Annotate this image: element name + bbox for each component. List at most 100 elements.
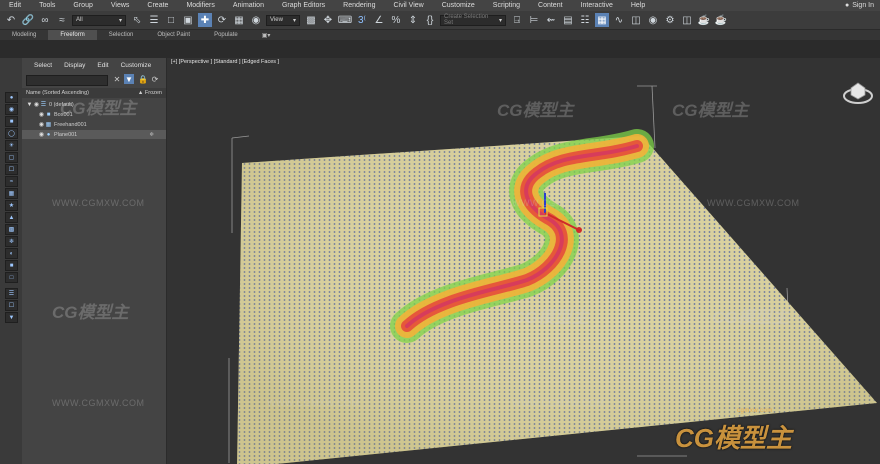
display-geometry-icon[interactable]: ■ [5,116,18,127]
watermark-logo: CG模型主 [60,99,137,118]
toggle-layer-explorer-icon[interactable]: ☷ [578,13,592,27]
bind-space-warp-icon[interactable]: ≈ [55,13,69,27]
render-setup-icon[interactable]: ⚙ [663,13,677,27]
quick-align-icon[interactable]: ⇜ [544,13,558,27]
sort-icon[interactable]: ☰ [5,288,18,299]
viewport-label[interactable]: [+] [Perspective ] [Standard ] [Edged Fa… [171,59,279,65]
close-icon[interactable]: ✕ [112,74,122,84]
unlink-icon[interactable]: ∞ [38,13,52,27]
explorer-menu-select[interactable]: Select [34,62,52,69]
display-helpers-icon[interactable]: ☐ [5,164,18,175]
material-editor-icon[interactable]: ◉ [646,13,660,27]
pivot-center-icon[interactable]: ▩ [304,13,318,27]
display-shapes-icon[interactable]: ◯ [5,128,18,139]
list-item[interactable]: ◉ ▦ Freehand001 [22,120,166,129]
menu-scripting[interactable]: Scripting [484,2,529,9]
filter-icon[interactable]: ▼ [5,312,18,323]
viewcube-icon[interactable] [842,76,874,108]
select-manipulate-icon[interactable]: ✥ [321,13,335,27]
ribbon-options-icon[interactable]: ▣▾ [250,30,283,40]
sign-in-button[interactable]: ● Sign In [845,0,874,11]
display-all-icon[interactable]: ◉ [5,104,18,115]
menu-content[interactable]: Content [529,2,572,9]
main-toolbar: ↶ 🔗 ∞ ≈ All ▾ ⬁ ☰ □ ▣ ✚ ⟳ ▦ ◉ View ▾ ▩ ✥… [0,11,880,30]
render-iterative-icon[interactable]: ☕ [714,13,728,27]
sync-icon[interactable]: ⟳ [150,74,160,84]
spinner-snap-icon[interactable]: ⇕ [406,13,420,27]
tab-modeling[interactable]: Modeling [0,30,48,40]
select-move-icon[interactable]: ✚ [198,13,212,27]
display-none-icon[interactable]: ● [5,92,18,103]
keyboard-shortcut-icon[interactable]: ⌨ [338,13,352,27]
menu-rendering[interactable]: Rendering [334,2,384,9]
select-scale-icon[interactable]: ▦ [232,13,246,27]
menu-interactive[interactable]: Interactive [572,2,622,9]
display-hidden-icon[interactable]: ◐ [5,248,18,259]
eye-icon[interactable]: ◉ [38,131,45,138]
display-bones-icon[interactable]: ▲ [5,212,18,223]
rectangle-selection-icon[interactable]: □ [164,13,178,27]
eye-icon[interactable]: ◉ [38,121,45,128]
menu-group[interactable]: Group [64,2,101,9]
align-icon[interactable]: ⊨ [527,13,541,27]
link-icon[interactable]: 🔗 [21,13,35,27]
list-item[interactable]: ◉ ● Plane001 ❄ [22,130,166,139]
column-frozen-header[interactable]: ▲ Frozen [138,90,162,96]
perspective-viewport[interactable]: [+] [Perspective ] [Standard ] [Edged Fa… [167,58,880,464]
menu-edit[interactable]: Edit [0,2,30,9]
frozen-toggle-icon[interactable]: ❄ [149,132,154,138]
filter-toggle-icon[interactable]: ▼ [124,74,134,84]
explorer-search-input[interactable] [26,75,108,86]
named-selection-set-dropdown[interactable]: Create Selection Set ▾ [440,14,506,26]
tab-object-paint[interactable]: Object Paint [145,30,202,40]
snaps-toggle-icon[interactable]: 3⁽ [355,13,369,27]
menu-views[interactable]: Views [102,2,139,9]
display-groups-icon[interactable]: ▦ [5,188,18,199]
expand-triangle-icon[interactable]: ▼ [26,102,33,108]
display-space-warps-icon[interactable]: ≈ [5,176,18,187]
percent-snap-icon[interactable]: % [389,13,403,27]
menu-modifiers[interactable]: Modifiers [177,2,223,9]
tab-populate[interactable]: Populate [202,30,250,40]
selection-filter-dropdown[interactable]: All ▾ [72,14,126,26]
tab-selection[interactable]: Selection [97,30,146,40]
explorer-menu-edit[interactable]: Edit [97,62,108,69]
menu-civil-view[interactable]: Civil View [384,2,432,9]
eye-icon[interactable]: ◉ [33,101,40,108]
eye-icon[interactable]: ◉ [38,111,45,118]
select-object-icon[interactable]: ⬁ [130,13,144,27]
display-cameras-icon[interactable]: ▢ [5,152,18,163]
select-rotate-icon[interactable]: ⟳ [215,13,229,27]
curve-editor-icon[interactable]: ∿ [612,13,626,27]
tab-freeform[interactable]: Freeform [48,30,97,40]
reference-coordinate-dropdown[interactable]: View ▾ [266,14,300,26]
render-production-icon[interactable]: ☕ [697,13,711,27]
invert-display-icon[interactable]: □ [5,272,18,283]
menu-animation[interactable]: Animation [224,2,273,9]
display-lights-icon[interactable]: ☀ [5,140,18,151]
menu-create[interactable]: Create [138,2,177,9]
angle-snap-icon[interactable]: ∠ [372,13,386,27]
display-frozen-icon[interactable]: ❄ [5,236,18,247]
explorer-menu-customize[interactable]: Customize [121,62,152,69]
schematic-view-icon[interactable]: ◫ [629,13,643,27]
lock-icon[interactable]: 🔒 [138,74,148,84]
mirror-icon[interactable]: ⍈ [510,13,524,27]
menu-tools[interactable]: Tools [30,2,64,9]
display-all-toggle-icon[interactable]: ■ [5,260,18,271]
select-by-name-icon[interactable]: ☰ [147,13,161,27]
menu-customize[interactable]: Customize [433,2,484,9]
display-containers-icon[interactable]: ▩ [5,224,18,235]
menu-help[interactable]: Help [622,2,654,9]
rendered-frame-window-icon[interactable]: ◫ [680,13,694,27]
place-icon[interactable]: ◉ [249,13,263,27]
window-crossing-icon[interactable]: ▣ [181,13,195,27]
display-xrefs-icon[interactable]: ★ [5,200,18,211]
toggle-ribbon-icon[interactable]: ▦ [595,13,609,27]
explorer-menu-display[interactable]: Display [64,62,85,69]
menu-graph-editors[interactable]: Graph Editors [273,2,334,9]
toggle-scene-explorer-icon[interactable]: ▤ [561,13,575,27]
find-icon[interactable]: ☐ [5,300,18,311]
undo-icon[interactable]: ↶ [4,13,18,27]
edit-named-selection-icon[interactable]: {} [423,13,437,27]
